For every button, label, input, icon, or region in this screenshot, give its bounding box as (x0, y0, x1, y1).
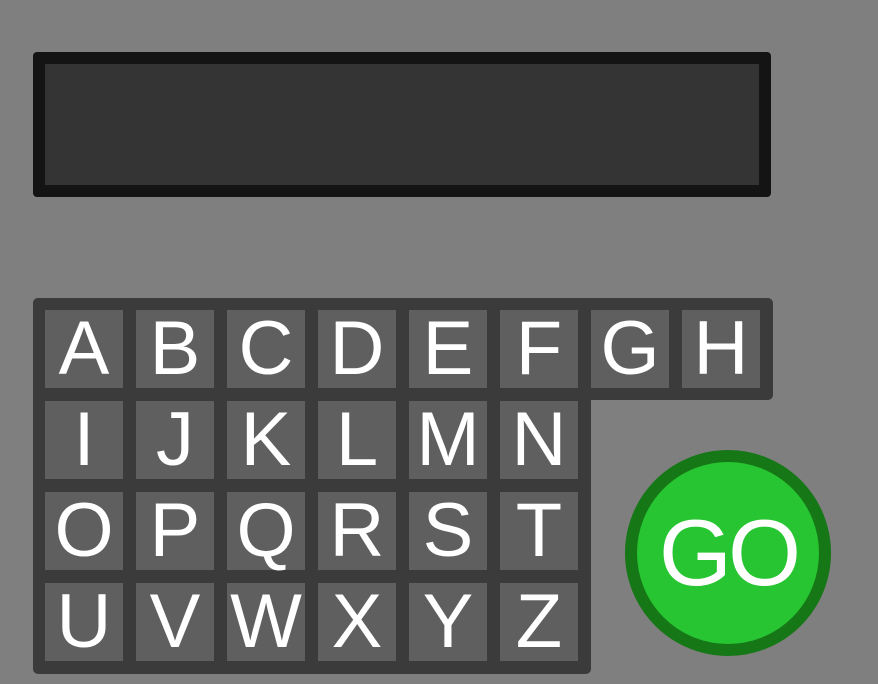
key-x[interactable]: X (318, 583, 396, 661)
key-o[interactable]: O (45, 492, 123, 570)
key-u[interactable]: U (45, 583, 123, 661)
key-a[interactable]: A (45, 310, 123, 388)
key-e[interactable]: E (409, 310, 487, 388)
letter-entry-screen: A B C D E F G H I J K L M N O P Q R S T … (0, 0, 878, 684)
key-v[interactable]: V (136, 583, 214, 661)
key-h[interactable]: H (682, 310, 760, 388)
key-i[interactable]: I (45, 401, 123, 479)
key-b[interactable]: B (136, 310, 214, 388)
key-t[interactable]: T (500, 492, 578, 570)
key-y[interactable]: Y (409, 583, 487, 661)
go-button[interactable]: GO (625, 450, 831, 656)
key-f[interactable]: F (500, 310, 578, 388)
key-j[interactable]: J (136, 401, 214, 479)
key-w[interactable]: W (227, 583, 305, 661)
key-z[interactable]: Z (500, 583, 578, 661)
text-display (33, 52, 771, 197)
display-text (45, 64, 759, 185)
key-n[interactable]: N (500, 401, 578, 479)
key-m[interactable]: M (409, 401, 487, 479)
key-g[interactable]: G (591, 310, 669, 388)
key-l[interactable]: L (318, 401, 396, 479)
key-r[interactable]: R (318, 492, 396, 570)
key-p[interactable]: P (136, 492, 214, 570)
key-q[interactable]: Q (227, 492, 305, 570)
key-c[interactable]: C (227, 310, 305, 388)
key-k[interactable]: K (227, 401, 305, 479)
key-d[interactable]: D (318, 310, 396, 388)
key-s[interactable]: S (409, 492, 487, 570)
